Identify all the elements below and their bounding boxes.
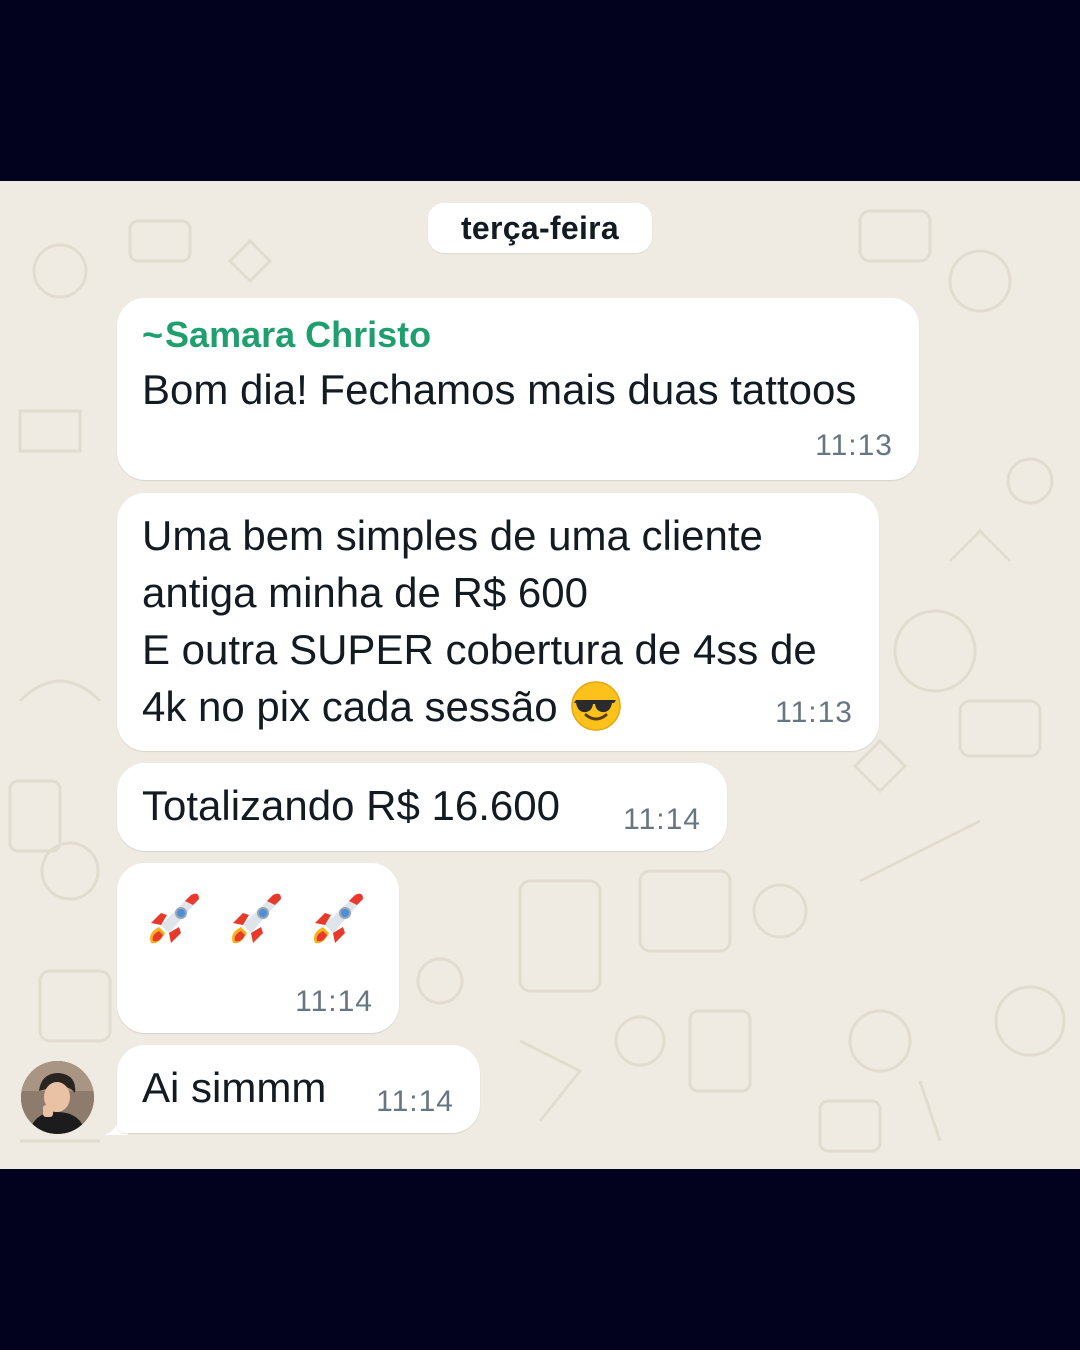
message-line-with-emoji: 4k no pix cada sessão (142, 678, 817, 736)
smiling-face-with-sunglasses-icon (570, 681, 621, 731)
message-text: Ai simmm (142, 1059, 326, 1116)
avatar[interactable] (21, 1061, 94, 1134)
date-separator: terça-feira (428, 203, 652, 253)
message-line: Uma bem simples de uma cliente (142, 512, 763, 559)
message-line: Bom dia! Fechamos mais duas tattoos (142, 366, 857, 413)
message-text: Bom dia! Fechamos mais duas tattoos (142, 361, 856, 418)
rocket-icon (150, 893, 199, 944)
message-text: Totalizando R$ 16.600 (142, 777, 560, 834)
message-line: 4k no pix cada sessão (142, 683, 558, 730)
emoji-row (139, 885, 373, 955)
chat-area[interactable]: terça-feira ~Samara Christo Bom dia! Fec… (0, 181, 1080, 1169)
message-timestamp: 11:13 (815, 429, 893, 462)
message-timestamp: 11:14 (295, 985, 373, 1018)
sender-name-text: Samara Christo (165, 314, 432, 355)
message-bubble[interactable]: ~Samara Christo Bom dia! Fechamos mais d… (117, 298, 919, 480)
message-timestamp: 11:14 (376, 1085, 454, 1118)
message-line: Totalizando R$ 16.600 (142, 782, 560, 829)
rocket-icon (232, 893, 281, 944)
sender-prefix: ~ (142, 314, 164, 355)
message-text: Uma bem simples de uma cliente antiga mi… (142, 507, 817, 736)
message-bubble[interactable]: Ai simmm 11:14 (117, 1045, 480, 1133)
message-timestamp: 11:14 (623, 803, 701, 836)
screenshot-frame: terça-feira ~Samara Christo Bom dia! Fec… (0, 0, 1080, 1350)
rocket-icon (314, 893, 363, 944)
message-bubble[interactable]: Totalizando R$ 16.600 11:14 (117, 763, 727, 851)
sender-name[interactable]: ~Samara Christo (142, 314, 431, 356)
avatar-photo (21, 1061, 94, 1134)
message-timestamp: 11:13 (775, 696, 853, 729)
message-line: antiga minha de R$ 600 (142, 569, 588, 616)
message-line: E outra SUPER cobertura de 4ss de (142, 626, 817, 673)
message-bubble[interactable]: 11:14 (117, 863, 399, 1033)
message-bubble[interactable]: Uma bem simples de uma cliente antiga mi… (117, 493, 879, 751)
message-line: Ai simmm (142, 1064, 327, 1111)
